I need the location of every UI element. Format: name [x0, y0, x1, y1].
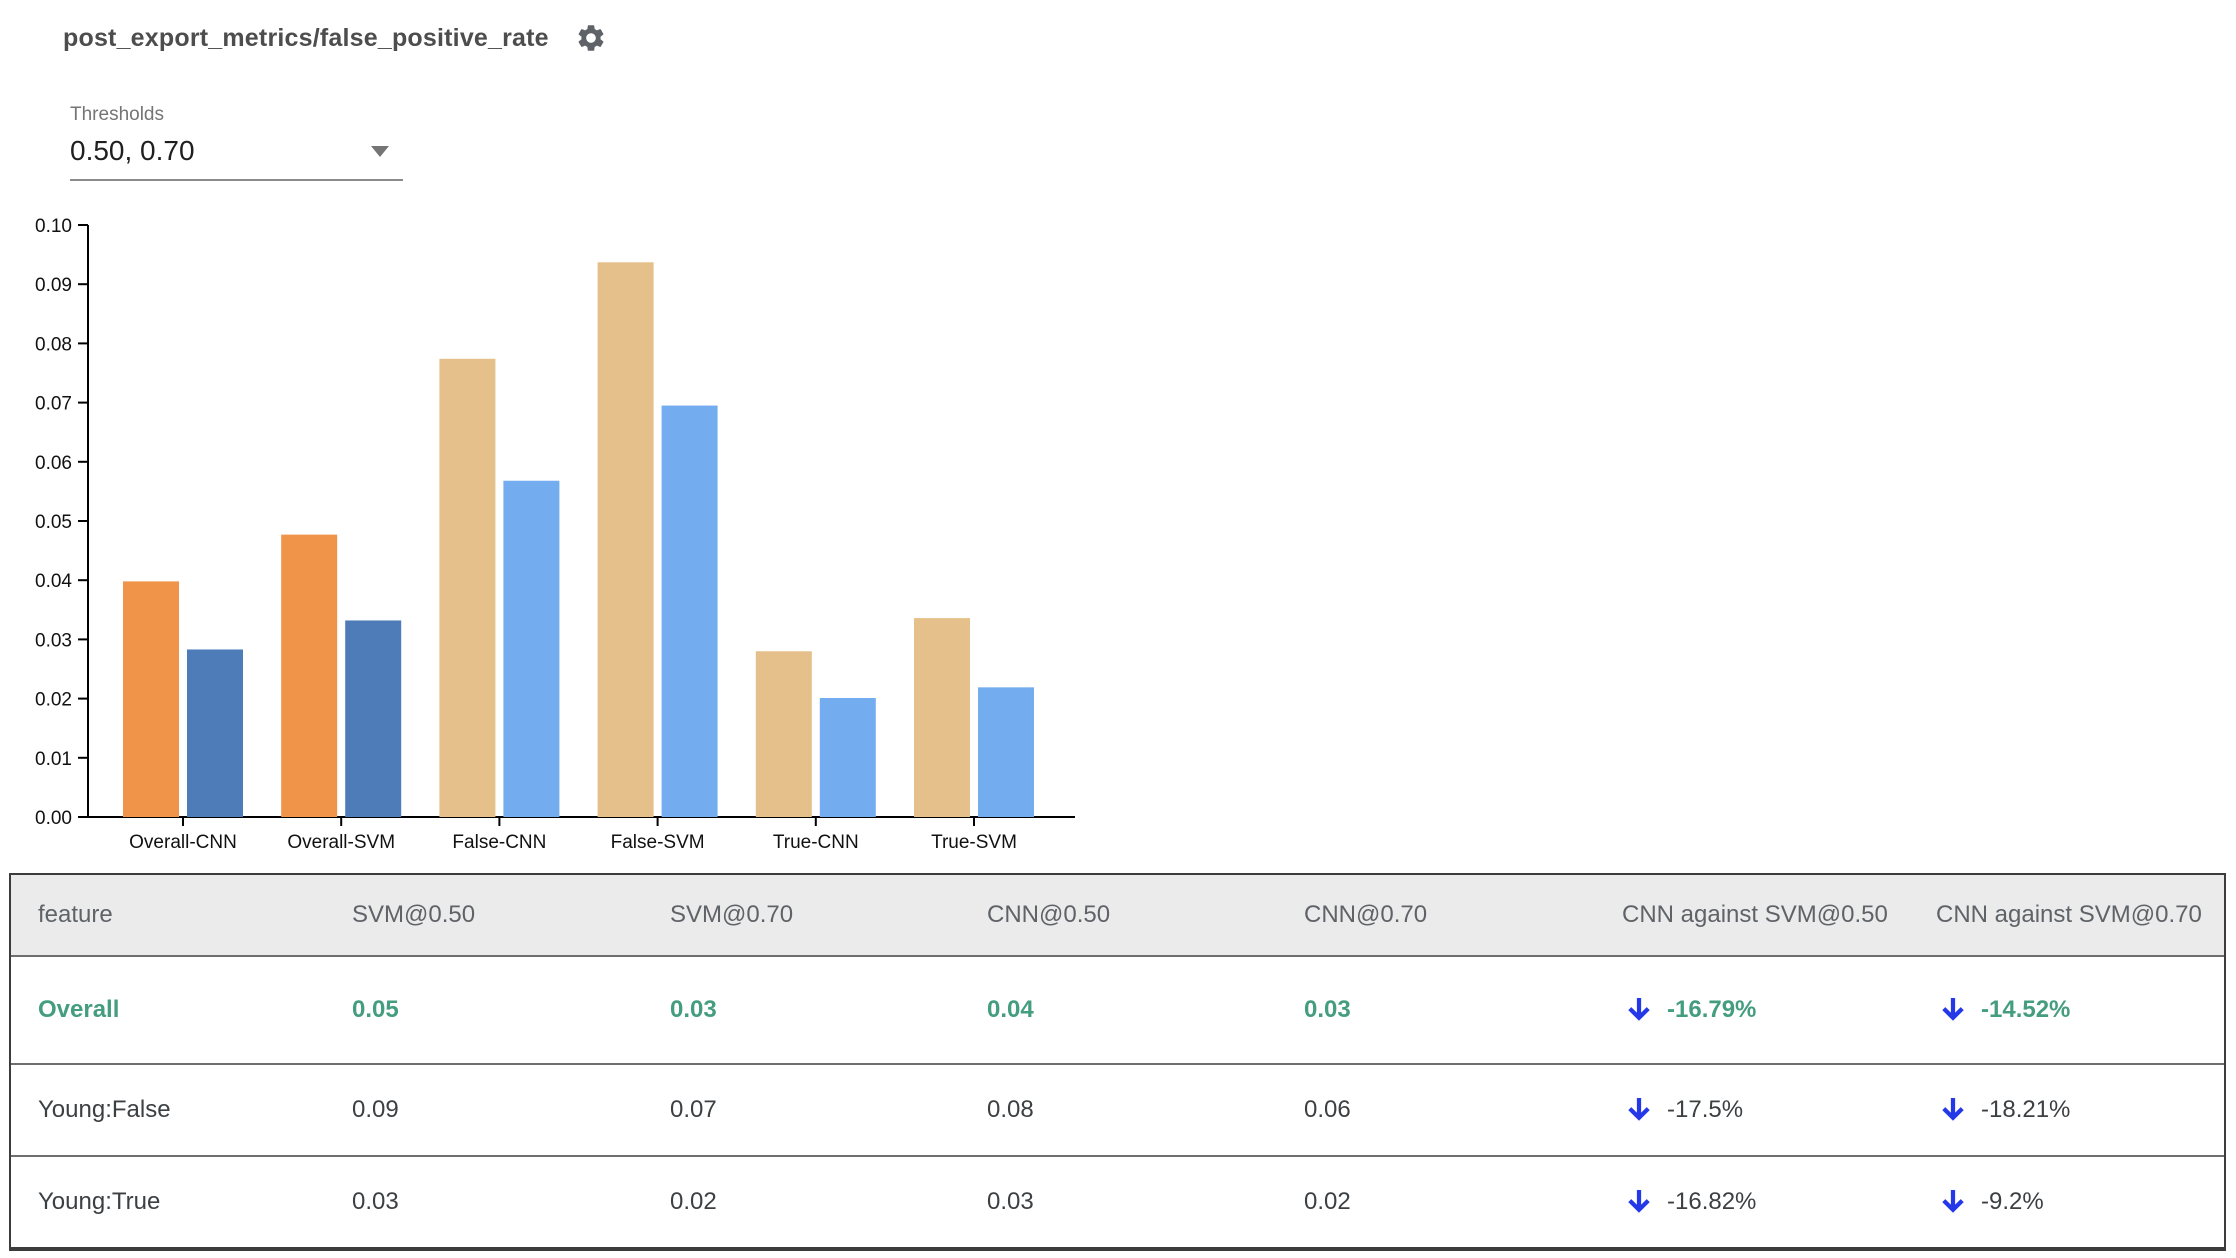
column-header-cnn-against-svm-0-70: CNN against SVM@0.70: [1936, 901, 2202, 928]
bar-True-CNN-threshold@0.70[interactable]: [819, 698, 876, 817]
y-axis-label: 0.09: [35, 275, 72, 296]
table-row-young-false[interactable]: Young:False 0.09 0.07 0.08 0.06 -17.5% -18.21%: [11, 1063, 2224, 1155]
arrow-down-icon: [1628, 1097, 1650, 1121]
svm-0.70-cell: 0.07: [670, 1096, 717, 1123]
bar-False-SVM-threshold@0.70[interactable]: [661, 405, 718, 817]
y-axis-label: 0.02: [35, 690, 72, 711]
bar-Overall-CNN-threshold@0.50[interactable]: [123, 581, 179, 817]
column-header-cnn-0-70: CNN@0.70: [1304, 901, 1428, 928]
panel-header: post_export_metrics/false_positive_rate: [63, 22, 607, 54]
svm-0.50-cell: 0.05: [352, 996, 399, 1023]
trend-value: -16.82%: [1667, 1188, 1757, 1215]
arrow-down-icon: [1942, 1189, 1964, 1213]
y-axis-label: 0.03: [35, 630, 72, 651]
x-axis-label: False-CNN: [452, 832, 546, 853]
table-row-young-true[interactable]: Young:True 0.03 0.02 0.03 0.02 -16.82% -9.2%: [11, 1155, 2224, 1247]
feature-cell: Overall: [38, 996, 120, 1023]
arrow-down-icon: [1628, 1189, 1650, 1213]
cnn-against-svm-0.70-cell: -18.21%: [1936, 1093, 2224, 1127]
arrow-down-icon: [1628, 997, 1650, 1021]
thresholds-label: Thresholds: [70, 104, 164, 125]
cnn-against-svm-0.50-cell: -16.79%: [1622, 993, 1936, 1027]
bar-False-CNN-threshold@0.70[interactable]: [503, 480, 560, 817]
cnn-0.70-cell: 0.06: [1304, 1096, 1351, 1123]
svm-0.70-cell: 0.03: [670, 996, 717, 1023]
trend-value: -14.52%: [1981, 996, 2071, 1023]
cnn-0.50-cell: 0.08: [987, 1096, 1034, 1123]
bar-False-SVM-threshold@0.50[interactable]: [597, 262, 654, 817]
bar-Overall-SVM-threshold@0.50[interactable]: [281, 534, 338, 817]
svm-0.70-cell: 0.02: [670, 1188, 717, 1215]
metrics-table: feature SVM@0.50 SVM@0.70 CNN@0.50 CNN@0.70 C…: [9, 873, 2226, 1251]
cnn-against-svm-0.50-cell: -17.5%: [1622, 1093, 1936, 1127]
cnn-against-svm-0.70-cell: -9.2%: [1936, 1185, 2224, 1219]
trend-value: -16.79%: [1667, 996, 1757, 1023]
x-axis-label: True-CNN: [773, 832, 859, 853]
feature-cell: Young:False: [38, 1096, 171, 1123]
table-row-overall[interactable]: Overall 0.05 0.03 0.04 0.03 -16.79% -14.52%: [11, 955, 2224, 1063]
x-axis-label: Overall-SVM: [287, 832, 395, 853]
y-axis-label: 0.06: [35, 453, 72, 474]
trend-value: -9.2%: [1981, 1188, 2044, 1215]
table-body: Overall 0.05 0.03 0.04 0.03 -16.79% -14.52% You…: [11, 955, 2224, 1247]
y-axis-label: 0.05: [35, 512, 72, 533]
svm-0.50-cell: 0.09: [352, 1096, 399, 1123]
bar-True-CNN-threshold@0.50[interactable]: [755, 651, 812, 817]
y-axis-label: 0.01: [35, 749, 72, 770]
svm-0.50-cell: 0.03: [352, 1188, 399, 1215]
cnn-0.70-cell: 0.03: [1304, 996, 1351, 1023]
cnn-0.70-cell: 0.02: [1304, 1188, 1351, 1215]
column-header-feature: feature: [38, 901, 113, 928]
y-axis-label: 0.00: [35, 808, 72, 829]
arrow-down-icon: [1942, 997, 1964, 1021]
column-header-svm-0-50: SVM@0.50: [352, 901, 476, 928]
bar-True-SVM-threshold@0.50[interactable]: [914, 618, 970, 817]
column-header-cnn-0-50: CNN@0.50: [987, 901, 1111, 928]
bar-Overall-CNN-threshold@0.70[interactable]: [187, 649, 243, 817]
cnn-against-svm-0.70-cell: -14.52%: [1936, 993, 2224, 1027]
y-axis-label: 0.08: [35, 334, 72, 355]
cnn-against-svm-0.50-cell: -16.82%: [1622, 1185, 1936, 1219]
column-header-svm-0-70: SVM@0.70: [670, 901, 794, 928]
y-axis-label: 0.04: [35, 571, 72, 592]
metric-title: post_export_metrics/false_positive_rate: [63, 23, 549, 52]
x-axis-label: Overall-CNN: [129, 832, 237, 853]
y-axis-label: 0.07: [35, 394, 72, 415]
x-axis-label: False-SVM: [611, 832, 705, 853]
column-header-cnn-against-svm-0-50: CNN against SVM@0.50: [1622, 901, 1888, 928]
table-header-row: feature SVM@0.50 SVM@0.70 CNN@0.50 CNN@0.70 C…: [11, 875, 2224, 955]
arrow-down-icon: [1942, 1097, 1964, 1121]
cnn-0.50-cell: 0.03: [987, 1188, 1034, 1215]
bar-True-SVM-threshold@0.70[interactable]: [978, 687, 1034, 817]
x-axis-label: True-SVM: [931, 832, 1017, 853]
cnn-0.50-cell: 0.04: [987, 996, 1034, 1023]
feature-cell: Young:True: [38, 1188, 161, 1215]
trend-value: -17.5%: [1667, 1096, 1744, 1123]
y-axis-label: 0.10: [35, 216, 72, 237]
fairness-metrics-panel: post_export_metrics/false_positive_rate …: [0, 0, 2236, 1258]
bar-chart: 0.00 0.01 0.02 0.03 0.04 0.05 0.06 0.07 0.08 0.09…: [35, 216, 1075, 853]
bar-Overall-SVM-threshold@0.70[interactable]: [345, 620, 402, 817]
settings-gear-icon[interactable]: [575, 22, 607, 54]
bar-False-CNN-threshold@0.50[interactable]: [439, 358, 496, 817]
trend-value: -18.21%: [1981, 1096, 2071, 1123]
